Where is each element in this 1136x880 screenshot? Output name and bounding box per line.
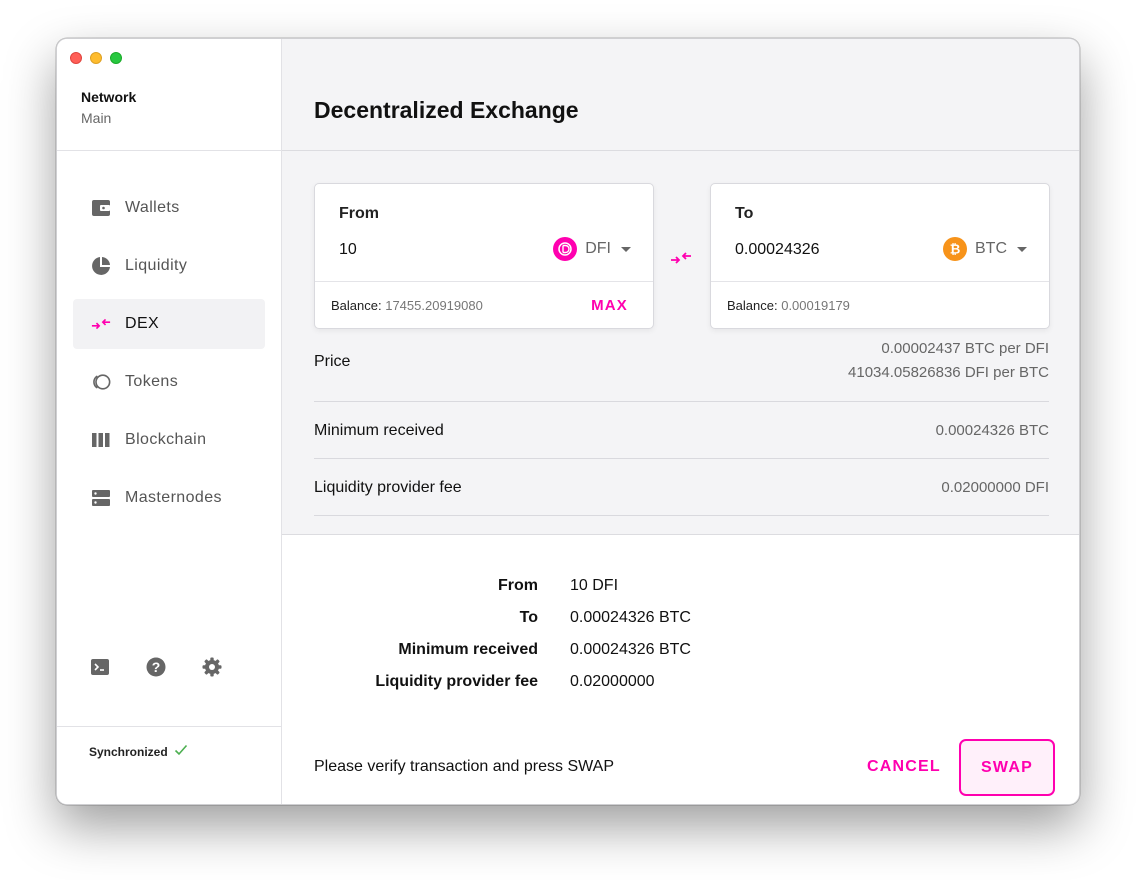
to-balance: Balance: 0.00019179 xyxy=(727,298,850,313)
card-divider xyxy=(315,281,653,282)
swap-button[interactable]: SWAP xyxy=(959,739,1055,796)
minimum-received-value: 0.00024326 BTC xyxy=(935,422,1049,439)
sidebar-item-label: Blockchain xyxy=(125,431,207,448)
price-row: Price 0.00002437 BTC per DFI 41034.05826… xyxy=(314,337,1049,402)
sidebar-item-label: Liquidity xyxy=(125,257,188,274)
sidebar-item-masternodes[interactable]: Masternodes xyxy=(73,473,265,523)
main-panel: Decentralized Exchange From 10 DFI Balan… xyxy=(282,39,1079,804)
summary-label: From xyxy=(498,577,538,594)
minimize-window-button[interactable] xyxy=(90,52,102,64)
from-balance-label: Balance: xyxy=(331,298,382,313)
from-amount-input[interactable]: 10 xyxy=(339,241,357,259)
to-amount-input[interactable]: 0.00024326 xyxy=(735,241,820,259)
svg-text:₿: ₿ xyxy=(950,242,961,257)
summary-label: Minimum received xyxy=(398,641,538,658)
sidebar-item-tokens[interactable]: Tokens xyxy=(73,357,265,407)
price-value: 0.00002437 BTC per DFI 41034.05826836 DF… xyxy=(848,337,1049,385)
page-title: Decentralized Exchange xyxy=(314,97,579,123)
sidebar-nav: Wallets Liquidity DEX Tokens Blockchain … xyxy=(73,183,265,531)
cancel-button[interactable]: CANCEL xyxy=(867,758,941,776)
from-token-select[interactable]: DFI xyxy=(553,237,631,261)
fee-row: Liquidity provider fee 0.02000000 DFI xyxy=(314,459,1049,516)
to-token-select[interactable]: ₿ BTC xyxy=(943,237,1027,261)
sync-status-text: Synchronized xyxy=(89,744,168,759)
page-header: Decentralized Exchange xyxy=(282,39,1079,151)
network-info: Network Main xyxy=(81,89,136,126)
pie-chart-icon xyxy=(91,256,111,276)
price-value-dfi-per-btc: 41034.05826836 DFI per BTC xyxy=(848,364,1049,381)
price-label: Price xyxy=(314,353,351,370)
max-button[interactable]: MAX xyxy=(591,297,628,314)
from-token-name: DFI xyxy=(585,240,611,257)
help-icon[interactable]: ? xyxy=(146,657,166,677)
dfi-coin-icon xyxy=(553,237,578,261)
zoom-window-button[interactable] xyxy=(110,52,122,64)
summary-value: 0.02000000 xyxy=(570,673,655,690)
from-balance: Balance: 17455.20919080 xyxy=(331,298,483,313)
summary-value: 10 DFI xyxy=(570,577,619,594)
to-label: To xyxy=(735,205,754,222)
checkmark-icon xyxy=(174,744,188,759)
sidebar-item-dex[interactable]: DEX xyxy=(73,299,265,349)
tokens-icon xyxy=(91,372,111,392)
terminal-icon[interactable] xyxy=(90,657,110,677)
sidebar-item-label: Masternodes xyxy=(125,489,222,506)
price-value-btc-per-dfi: 0.00002437 BTC per DFI xyxy=(881,340,1049,357)
fee-label: Liquidity provider fee xyxy=(314,479,462,496)
summary-row: Liquidity provider fee 0.02000000 xyxy=(282,673,1079,705)
app-window: Network Main Wallets Liquidity DEX Token… xyxy=(56,38,1080,805)
window-controls xyxy=(70,52,122,64)
svg-text:?: ? xyxy=(152,659,161,675)
sidebar-divider xyxy=(57,150,281,151)
summary-label: To xyxy=(519,609,538,626)
swap-direction-button[interactable] xyxy=(669,248,693,268)
from-card: From 10 DFI Balance: 17455.20919080 MAX xyxy=(314,183,654,329)
minimum-received-row: Minimum received 0.00024326 BTC xyxy=(314,402,1049,459)
card-divider xyxy=(711,281,1049,282)
summary-row: From 10 DFI xyxy=(282,577,1079,609)
to-token-name: BTC xyxy=(975,240,1007,257)
wallet-icon xyxy=(91,198,111,218)
swap-form: From 10 DFI Balance: 17455.20919080 MAX xyxy=(282,151,1079,535)
summary-row: Minimum received 0.00024326 BTC xyxy=(282,641,1079,673)
chevron-down-icon xyxy=(621,246,631,252)
verify-message: Please verify transaction and press SWAP xyxy=(314,758,614,775)
fee-value: 0.02000000 DFI xyxy=(941,479,1049,496)
sidebar-item-liquidity[interactable]: Liquidity xyxy=(73,241,265,291)
to-balance-value: 0.00019179 xyxy=(781,298,850,313)
btc-coin-icon: ₿ xyxy=(943,237,967,261)
minimum-received-label: Minimum received xyxy=(314,422,444,439)
summary-value: 0.00024326 BTC xyxy=(570,609,691,626)
sidebar-item-label: Wallets xyxy=(125,199,180,216)
sidebar-item-wallets[interactable]: Wallets xyxy=(73,183,265,233)
summary-row: To 0.00024326 BTC xyxy=(282,609,1079,641)
from-label: From xyxy=(339,205,379,222)
sidebar: Network Main Wallets Liquidity DEX Token… xyxy=(57,39,282,804)
sidebar-item-blockchain[interactable]: Blockchain xyxy=(73,415,265,465)
sync-status: Synchronized xyxy=(89,744,188,759)
network-value: Main xyxy=(81,110,112,126)
blocks-icon xyxy=(91,430,111,450)
summary-label: Liquidity provider fee xyxy=(375,673,538,690)
gear-icon[interactable] xyxy=(202,657,222,677)
close-window-button[interactable] xyxy=(70,52,82,64)
chevron-down-icon xyxy=(1017,246,1027,252)
from-balance-value: 17455.20919080 xyxy=(385,298,483,313)
sidebar-item-label: Tokens xyxy=(125,373,179,390)
swap-arrows-icon xyxy=(671,252,691,264)
sidebar-item-label: DEX xyxy=(125,315,160,332)
server-icon xyxy=(91,488,111,508)
sidebar-divider xyxy=(57,726,281,727)
swap-arrows-icon xyxy=(91,314,111,334)
summary-value: 0.00024326 BTC xyxy=(570,641,691,658)
to-balance-label: Balance: xyxy=(727,298,778,313)
to-card: To 0.00024326 ₿ BTC Balance: 0.00019179 xyxy=(710,183,1050,329)
sidebar-tools: ? xyxy=(90,657,222,677)
network-label: Network xyxy=(81,89,137,105)
